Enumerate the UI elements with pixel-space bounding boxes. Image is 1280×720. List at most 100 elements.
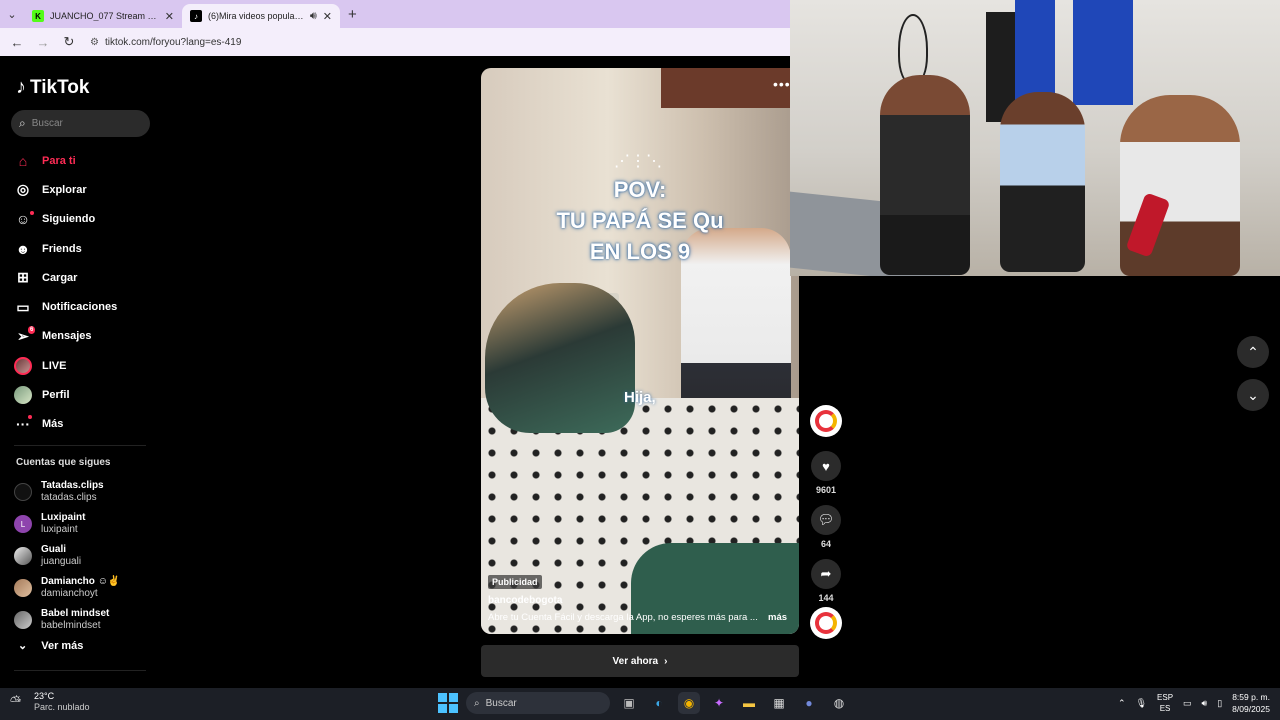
store-icon[interactable]: ▦ [768, 692, 790, 714]
following-item[interactable]: Damiancho ☺✌ damianchoyt [14, 572, 154, 604]
lang-bottom: ES [1159, 704, 1171, 713]
windows-taskbar: ⛅︎ 23°C Parc. nublado ⌕ Buscar ▣ ◐ ◉ ✦ ▬… [0, 688, 1280, 720]
notification-dot [28, 414, 32, 419]
home-icon: ⌂ [18, 152, 28, 169]
nav-label: LIVE [42, 359, 67, 372]
weather-widget[interactable]: ⛅︎ 23°C Parc. nublado [10, 691, 90, 713]
divider [14, 670, 146, 671]
reload-icon[interactable]: ↻ [58, 31, 80, 53]
see-more-button[interactable]: ⌄ Ver más [18, 639, 83, 653]
tiktok-sidebar: ♪ TikTok ⌕ Buscar ⌂ Para ti ◎ Explorar ☺… [0, 58, 160, 688]
nav-live[interactable]: LIVE [14, 351, 154, 380]
discord-icon[interactable]: ● [798, 692, 820, 714]
task-view-icon[interactable]: ▣ [618, 692, 640, 714]
webcam-overlay [790, 0, 1280, 276]
following-item[interactable]: Babel mindset babelmindset [14, 604, 154, 636]
account-handle: luxipaint [41, 524, 78, 535]
clock[interactable]: 8:59 p. m. 8/09/2025 [1232, 691, 1270, 715]
comment-button[interactable]: 💬︎ [811, 505, 841, 535]
person [1000, 92, 1085, 272]
account-avatar: L [14, 515, 32, 533]
action-rail: ♥ 9601 💬︎ 64 ➦ 144 [810, 405, 842, 639]
main-nav: ⌂ Para ti ◎ Explorar ☺ Siguiendo ☻ Frien… [14, 146, 154, 439]
obs-icon[interactable]: ◍ [828, 692, 850, 714]
account-handle: tatadas.clips [41, 492, 97, 503]
following-section-title: Cuentas que sigues [16, 457, 111, 468]
forward-icon[interactable]: → [32, 31, 54, 53]
taskbar-apps: ⌕ Buscar ▣ ◐ ◉ ✦ ▬ ▦ ● ◍ [438, 692, 850, 714]
volume-icon[interactable]: 🔊︎ [1202, 698, 1208, 709]
taskbar-search[interactable]: ⌕ Buscar [466, 692, 610, 714]
nav-siguiendo[interactable]: ☺ Siguiendo [14, 205, 154, 234]
following-item[interactable]: L Luxipaint luxipaint [14, 508, 154, 540]
chevron-down-icon: ⌄ [1247, 386, 1259, 403]
nav-para-ti[interactable]: ⌂ Para ti [14, 146, 154, 175]
account-name: Damiancho ☺✌ [41, 576, 121, 587]
url-field[interactable]: ⚙ tiktok.com/foryou?lang=es-419 [90, 37, 241, 48]
new-tab-button[interactable]: + [348, 6, 357, 23]
nav-label: Mensajes [42, 330, 92, 343]
expand-description-button[interactable]: más [768, 612, 787, 623]
nav-perfil[interactable]: Perfil [14, 380, 154, 409]
microphone-icon[interactable]: 🎙︎ [1136, 698, 1147, 709]
nav-explorar[interactable]: ◎ Explorar [14, 175, 154, 204]
account-name: Tatadas.clips [41, 480, 104, 491]
kick-favicon-icon: K [32, 10, 44, 22]
upload-icon: ⊞ [17, 269, 29, 286]
nav-label: Para ti [42, 154, 76, 167]
ad-description: Abre tu Cuenta Fácil y descarga la App, … [488, 612, 758, 623]
site-info-icon[interactable]: ⚙ [90, 37, 99, 48]
tab-kick-stream[interactable]: K JUANCHO_077 Stream - Watch ✕ [24, 4, 182, 28]
following-item[interactable]: Guali juanguali [14, 540, 154, 572]
next-video-button[interactable]: ⌄ [1237, 379, 1269, 411]
language-indicator[interactable]: ESP ES [1157, 692, 1173, 714]
battery-icon[interactable]: ▯ [1217, 698, 1222, 709]
following-list: Tatadas.clips tatadas.clips L Luxipaint … [14, 476, 154, 636]
nav-friends[interactable]: ☻ Friends [14, 234, 154, 263]
close-tab-icon[interactable]: ✕ [323, 10, 332, 23]
share-button[interactable]: ➦ [811, 559, 841, 589]
network-icon[interactable]: ▭ [1183, 698, 1192, 709]
tab-title: JUANCHO_077 Stream - Watch [50, 11, 159, 21]
chrome-icon[interactable]: ◉ [678, 692, 700, 714]
account-name: Babel mindset [41, 608, 110, 619]
screen: ⌄ K JUANCHO_077 Stream - Watch ✕ ♪ (6)Mi… [0, 0, 1280, 720]
nav-notificaciones[interactable]: ▭ Notificaciones [14, 292, 154, 321]
speaker-icon[interactable]: 🔊︎ [310, 10, 317, 23]
video-player[interactable]: ••• ⋰⋮⋱ POV: TU PAPÁ SE Qu EN LOS 9 Hija… [481, 68, 799, 634]
webcam-detail [1073, 0, 1133, 105]
chevron-up-icon[interactable]: ⌃ [1118, 698, 1126, 709]
following-item[interactable]: Tatadas.clips tatadas.clips [14, 476, 154, 508]
edge-icon[interactable]: ◐ [648, 692, 670, 714]
nav-mensajes[interactable]: ➢ 6 Mensajes [14, 322, 154, 351]
tab-search-button[interactable]: ⌄ [0, 0, 24, 28]
copilot-icon[interactable]: ✦ [708, 692, 730, 714]
previous-video-button[interactable]: ⌃ [1237, 336, 1269, 368]
ad-account-link[interactable]: bancodebogota [488, 595, 562, 606]
tab-title: (6)Mira videos populares se [208, 11, 304, 21]
nav-mas[interactable]: ··· Más [14, 410, 154, 439]
search-placeholder: Buscar [31, 118, 63, 129]
live-avatar [14, 356, 32, 375]
start-button[interactable] [438, 693, 458, 713]
nav-label: Más [42, 418, 64, 431]
nav-label: Cargar [42, 271, 78, 284]
back-icon[interactable]: ← [6, 31, 28, 53]
music-disc[interactable] [810, 607, 842, 639]
file-explorer-icon[interactable]: ▬ [738, 692, 760, 714]
creator-avatar[interactable] [810, 405, 842, 437]
like-button[interactable]: ♥ [811, 451, 841, 481]
cta-button[interactable]: Ver ahora › [481, 645, 799, 677]
search-icon: ⌕ [474, 697, 480, 709]
brand-logo-icon [815, 410, 837, 432]
more-options-icon[interactable]: ••• [773, 76, 791, 92]
tab-tiktok[interactable]: ♪ (6)Mira videos populares se 🔊︎ ✕ [182, 4, 340, 28]
nav-cargar[interactable]: ⊞ Cargar [14, 263, 154, 292]
date: 8/09/2025 [1232, 704, 1270, 714]
search-input[interactable]: ⌕ Buscar [11, 110, 150, 137]
chevron-down-icon: ⌄ [18, 640, 28, 652]
account-handle: babelmindset [41, 620, 101, 631]
caption-line: POV: [613, 177, 667, 202]
tiktok-logo[interactable]: ♪ TikTok [16, 76, 89, 99]
close-tab-icon[interactable]: ✕ [165, 10, 174, 23]
